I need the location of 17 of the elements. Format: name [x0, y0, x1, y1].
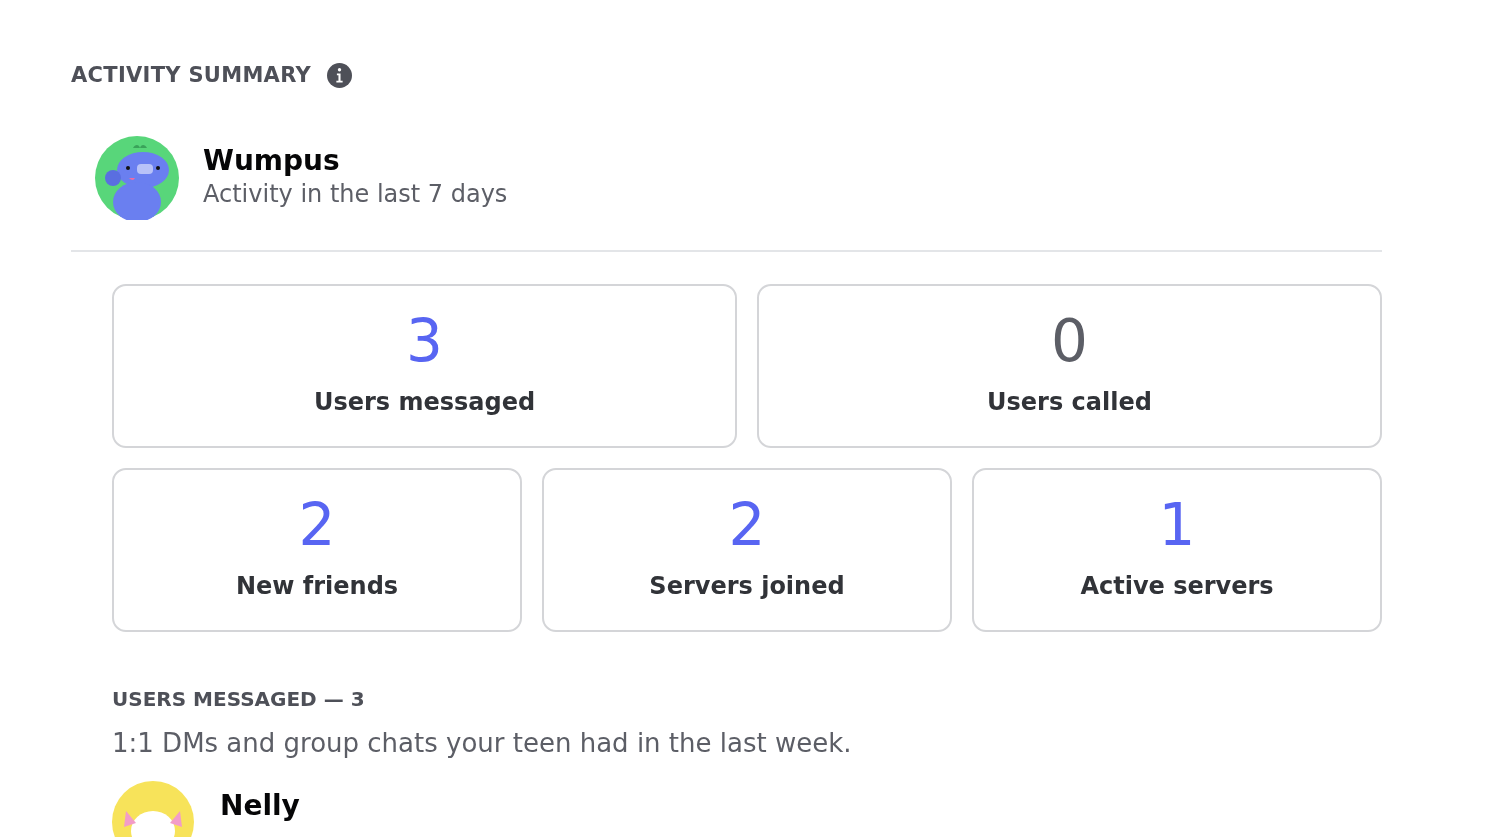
stat-label: Servers joined [649, 570, 845, 602]
profile-name: Wumpus [203, 143, 341, 178]
stat-value: 3 [406, 311, 443, 370]
section-title: ACTIVITY SUMMARY [71, 62, 311, 89]
user-name: Nelly [220, 787, 300, 824]
stat-label: Active servers [1080, 570, 1274, 602]
stat-label: Users called [987, 386, 1152, 418]
stat-label: Users messaged [313, 386, 536, 418]
stat-value: 2 [728, 495, 766, 554]
stat-label: New friends [235, 570, 399, 602]
stat-value: 1 [1158, 495, 1196, 554]
section-title: USERS MESSAGED — 3 [112, 685, 366, 713]
profile-subtitle: Activity in the last 7 days [203, 178, 508, 210]
stat-value: 2 [298, 495, 336, 554]
info-icon[interactable] [326, 63, 352, 89]
section-description: 1:1 DMs and group chats your teen had in the last week. [112, 726, 853, 760]
stat-value: 0 [1051, 311, 1088, 370]
